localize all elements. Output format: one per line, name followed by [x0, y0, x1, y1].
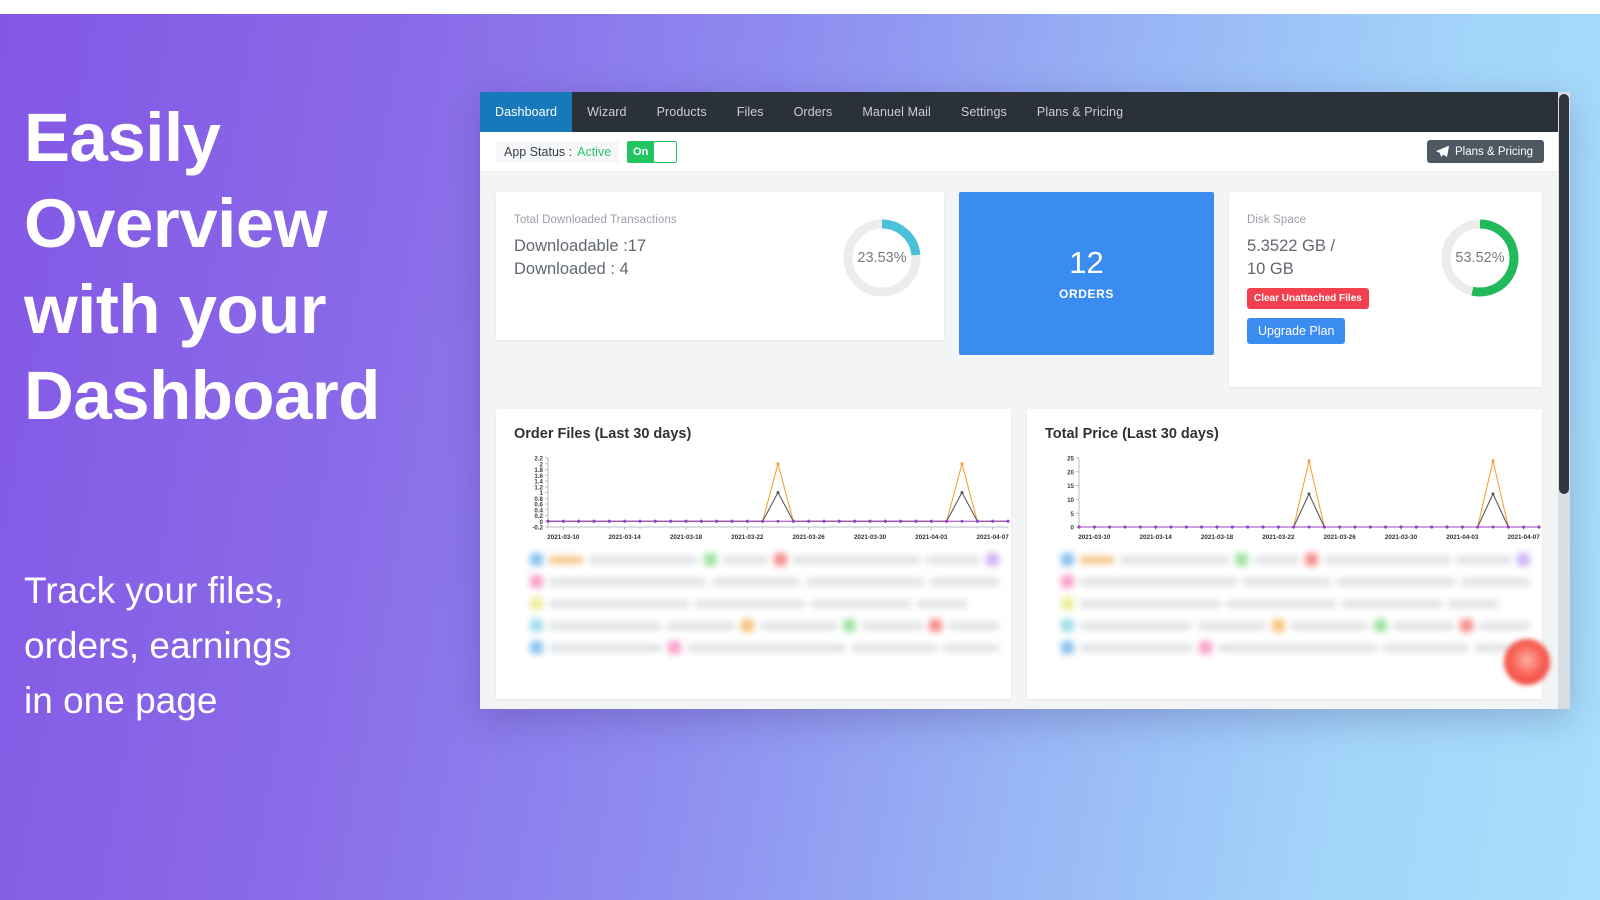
svg-text:5: 5: [1071, 511, 1075, 518]
svg-text:2021-03-18: 2021-03-18: [1201, 534, 1234, 541]
svg-text:2021-03-14: 2021-03-14: [609, 534, 642, 541]
svg-text:0: 0: [1071, 525, 1075, 532]
svg-text:2021-03-22: 2021-03-22: [1262, 534, 1295, 541]
svg-text:2021-03-22: 2021-03-22: [731, 534, 764, 541]
window-scrollbar-track[interactable]: [1558, 92, 1570, 709]
app-status-toggle[interactable]: On: [627, 140, 678, 163]
order-files-chart-card: Order Files (Last 30 days) 2.2 2 1.8 1.6 1.4…: [496, 409, 1011, 699]
nav-item-wizard[interactable]: Wizard: [572, 92, 642, 132]
clear-unattached-files-button[interactable]: Clear Unattached Files: [1247, 288, 1369, 309]
app-status-bar: App Status : Active On Plans & Pricing: [480, 132, 1558, 172]
nav-item-settings[interactable]: Settings: [946, 92, 1022, 132]
svg-text:10: 10: [1067, 497, 1074, 504]
orders-card-label: ORDERS: [1059, 286, 1114, 301]
svg-text:2021-03-10: 2021-03-10: [1078, 534, 1111, 541]
hero-subtitle: Track your files, orders, earnings in on…: [24, 570, 292, 721]
app-status-value: Active: [577, 144, 612, 159]
svg-text:2021-04-07: 2021-04-07: [977, 534, 1010, 541]
order-files-blurred-list: [508, 553, 1000, 654]
disk-percent-label: 53.52%: [1455, 250, 1505, 266]
svg-text:2021-03-10: 2021-03-10: [547, 534, 580, 541]
upgrade-plan-button[interactable]: Upgrade Plan: [1247, 318, 1346, 344]
orders-card[interactable]: 12 ORDERS: [959, 192, 1214, 355]
svg-text:2021-04-07: 2021-04-07: [1508, 534, 1541, 541]
disk-card-kicker: Disk Space: [1247, 214, 1307, 226]
toggle-on-label: On: [633, 145, 649, 158]
chat-widget-button[interactable]: [1504, 639, 1550, 685]
svg-text:20: 20: [1067, 469, 1074, 476]
svg-text:25: 25: [1067, 456, 1074, 463]
nav-item-files[interactable]: Files: [722, 92, 779, 132]
window-scrollbar-thumb[interactable]: [1559, 94, 1569, 494]
nav-item-dashboard[interactable]: Dashboard: [480, 92, 573, 132]
main-navbar: Dashboard Wizard Products Files Orders M…: [480, 92, 1558, 132]
hero-heading-block: Easily Overview with your Dashboard: [24, 95, 474, 439]
nav-item-orders[interactable]: Orders: [779, 92, 848, 132]
disk-total: 10 GB: [1247, 260, 1294, 278]
order-files-chart-title: Order Files (Last 30 days): [514, 426, 692, 442]
chart-row: Order Files (Last 30 days) 2.2 2 1.8 1.6 1.4…: [496, 409, 1542, 699]
app-window: Dashboard Wizard Products Files Orders M…: [480, 92, 1570, 709]
svg-text:2021-03-30: 2021-03-30: [1385, 534, 1418, 541]
downloads-card-kicker: Total Downloaded Transactions: [514, 214, 677, 226]
paper-plane-icon: [1436, 145, 1449, 157]
total-price-chart-title: Total Price (Last 30 days): [1045, 426, 1219, 442]
downloads-donut-chart: 23.53%: [838, 214, 926, 302]
plans-pricing-button-label: Plans & Pricing: [1455, 145, 1533, 158]
stat-card-row: Total Downloaded Transactions Downloadab…: [496, 192, 1542, 387]
downloaded-count: Downloaded : 4: [514, 260, 629, 278]
downloads-card: Total Downloaded Transactions Downloadab…: [496, 192, 944, 340]
svg-text:-0.2: -0.2: [532, 525, 543, 532]
nav-item-manuel-mail[interactable]: Manuel Mail: [847, 92, 946, 132]
app-status-label: App Status :: [504, 144, 573, 159]
disk-space-card: Disk Space 5.3522 GB / 10 GB Clear Unatt…: [1229, 192, 1542, 387]
plans-pricing-button[interactable]: Plans & Pricing: [1427, 140, 1544, 163]
disk-donut-chart: 53.52%: [1436, 214, 1524, 302]
nav-item-plans-pricing[interactable]: Plans & Pricing: [1022, 92, 1138, 132]
svg-text:2021-03-14: 2021-03-14: [1140, 534, 1173, 541]
disk-used: 5.3522 GB /: [1247, 237, 1336, 255]
hero-title: Easily Overview with your Dashboard: [24, 99, 380, 434]
svg-text:2021-03-30: 2021-03-30: [854, 534, 887, 541]
disk-card-texts: Disk Space 5.3522 GB / 10 GB Clear Unatt…: [1247, 214, 1436, 344]
downloads-card-texts: Total Downloaded Transactions Downloadab…: [514, 214, 838, 281]
svg-text:15: 15: [1067, 483, 1074, 490]
downloads-percent-label: 23.53%: [857, 250, 907, 266]
total-price-blurred-list: [1039, 553, 1531, 654]
dashboard-body: Total Downloaded Transactions Downloadab…: [480, 172, 1558, 709]
svg-text:2021-04-03: 2021-04-03: [1446, 534, 1479, 541]
svg-text:2021-04-03: 2021-04-03: [915, 534, 948, 541]
svg-text:2021-03-26: 2021-03-26: [1324, 534, 1357, 541]
svg-text:2021-03-18: 2021-03-18: [670, 534, 703, 541]
order-files-line-chart: 2.221.81.61.41.210.80.60.40.20-0.22021-0…: [532, 456, 1010, 541]
toggle-knob: [654, 141, 677, 162]
downloadable-count: Downloadable :17: [514, 237, 647, 255]
app-viewport: Dashboard Wizard Products Files Orders M…: [480, 92, 1558, 709]
total-price-line-chart: 25 20 15 10 5 02021-03-10 2021-03-14 2021-03-18…: [1067, 456, 1541, 541]
app-status-pill: App Status : Active: [496, 140, 620, 163]
orders-count: 12: [1069, 244, 1104, 280]
nav-item-products[interactable]: Products: [642, 92, 722, 132]
total-price-chart-card: Total Price (Last 30 days) 25 20 15 10 5 0 202…: [1027, 409, 1542, 699]
svg-text:2021-03-26: 2021-03-26: [793, 534, 826, 541]
